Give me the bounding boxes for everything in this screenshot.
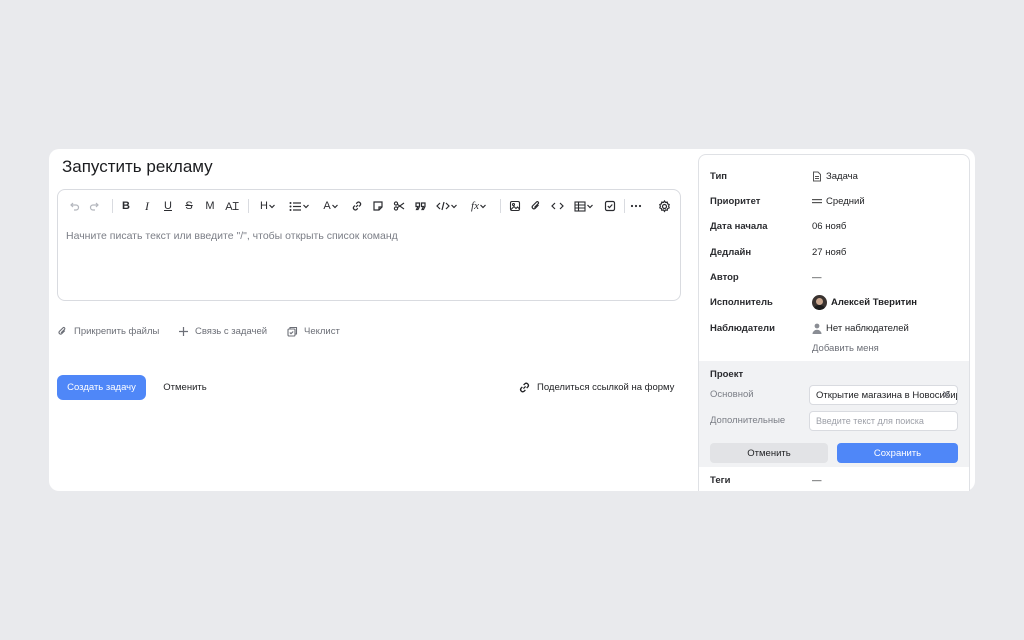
quote-icon[interactable] (413, 198, 427, 214)
tags-value[interactable]: — (812, 475, 822, 486)
more-icon[interactable] (629, 198, 643, 214)
heading-icon[interactable]: H (256, 198, 280, 214)
cancel-button[interactable]: Отменить (154, 375, 216, 400)
author-label: Автор (710, 271, 739, 283)
checklist-icon (287, 326, 298, 337)
underline-icon[interactable]: U (161, 198, 175, 214)
type-label: Тип (710, 170, 728, 182)
description-editor[interactable]: B I U S M A‎Ɪ H A fx (57, 189, 681, 301)
project-cancel-button[interactable]: Отменить (710, 443, 828, 463)
project-save-button[interactable]: Сохранить (837, 443, 958, 463)
toolbar-divider (112, 199, 113, 213)
create-task-button[interactable]: Создать задачу (57, 375, 146, 400)
italic-icon[interactable]: I (140, 198, 154, 214)
share-form-link-button[interactable]: Поделиться ссылкой на форму (518, 379, 674, 395)
main-project-value: Открытие магазина в Новосибирске (816, 389, 957, 401)
main-project-label: Основной (710, 389, 754, 400)
project-title: Проект (710, 369, 744, 380)
toolbar-divider (248, 199, 249, 213)
attachment-icon[interactable] (529, 198, 543, 214)
start-date-value[interactable]: 06 нояб (812, 221, 846, 232)
checklist-label: Чеклист (304, 325, 340, 337)
main-project-field[interactable]: Открытие магазина в Новосибирске (809, 385, 958, 405)
tags-label: Теги (710, 474, 731, 486)
priority-medium-icon (812, 199, 822, 204)
deadline-value[interactable]: 27 нояб (812, 247, 846, 258)
tags-row: Теги — (710, 472, 960, 488)
task-attributes-panel: Тип Задача Приоритет Средний Дата начала… (698, 154, 970, 491)
person-icon (812, 323, 822, 334)
redo-icon[interactable] (88, 198, 102, 214)
settings-icon[interactable] (657, 198, 671, 214)
type-row: Тип Задача (710, 168, 960, 184)
toolbar-divider (624, 199, 625, 213)
text-color-icon[interactable]: A (319, 198, 343, 214)
extra-projects-label: Дополнительные (710, 415, 786, 426)
editor-toolbar: B I U S M A‎Ɪ H A fx (58, 190, 680, 222)
author-value: — (812, 271, 822, 283)
project-section: Проект Основной Открытие магазина в Ново… (699, 361, 969, 467)
undo-icon[interactable] (67, 198, 81, 214)
paperclip-icon (58, 326, 66, 335)
bold-icon[interactable]: B (119, 198, 133, 214)
priority-row: Приоритет Средний (710, 193, 960, 209)
assignee-label: Исполнитель (710, 296, 773, 308)
code-block-icon[interactable] (550, 198, 564, 214)
link-icon (519, 382, 530, 392)
task-title[interactable]: Запустить рекламу (62, 156, 213, 178)
attach-files-button[interactable]: Прикрепить файлы (57, 324, 159, 338)
cut-icon[interactable] (392, 198, 406, 214)
author-row: Автор — (710, 269, 960, 285)
toolbar-divider (500, 199, 501, 213)
checkbox-icon[interactable] (603, 198, 617, 214)
link-task-label: Связь с задачей (195, 325, 268, 337)
editor-placeholder: Начните писать текст или введите "/", чт… (66, 230, 398, 242)
list-icon[interactable] (287, 198, 311, 214)
priority-label: Приоритет (710, 195, 761, 207)
type-value-text: Задача (826, 170, 858, 182)
plus-icon (179, 326, 188, 336)
start-date-row: Дата начала 06 нояб (710, 218, 960, 234)
attach-files-label: Прикрепить файлы (74, 325, 160, 337)
watchers-label: Наблюдатели (710, 322, 775, 334)
code-embed-icon[interactable] (434, 198, 460, 214)
clear-icon[interactable] (942, 390, 951, 402)
type-value[interactable]: Задача (812, 171, 858, 182)
watchers-row: Наблюдатели Нет наблюдателей (710, 320, 960, 336)
document-icon (813, 171, 821, 181)
start-date-label: Дата начала (710, 220, 768, 232)
assignee-name: Алексей Тверитин (831, 296, 918, 308)
sticker-icon[interactable] (371, 198, 385, 214)
clear-format-icon[interactable]: A‎Ɪ (224, 198, 240, 214)
assignee-value[interactable]: Алексей Тверитин (812, 294, 918, 310)
deadline-row: Дедлайн 27 нояб (710, 244, 960, 260)
assignee-row: Исполнитель Алексей Тверитин (710, 294, 960, 310)
priority-value-text: Средний (826, 195, 865, 207)
link-task-button[interactable]: Связь с задачей (178, 324, 267, 338)
image-icon[interactable] (508, 198, 522, 214)
add-me-link[interactable]: Добавить меня (812, 343, 879, 354)
table-icon[interactable] (571, 198, 597, 214)
watchers-value-text: Нет наблюдателей (826, 322, 909, 334)
priority-value[interactable]: Средний (812, 196, 865, 207)
watchers-value[interactable]: Нет наблюдателей (812, 323, 909, 334)
deadline-label: Дедлайн (710, 246, 752, 258)
monospace-icon[interactable]: M (203, 198, 217, 214)
formula-icon[interactable]: fx (466, 198, 492, 214)
extra-projects-search-input[interactable]: Введите текст для поиска (809, 411, 958, 431)
checklist-button[interactable]: Чеклист (287, 324, 340, 338)
share-form-link-label: Поделиться ссылкой на форму (537, 381, 675, 393)
avatar (812, 294, 827, 310)
strikethrough-icon[interactable]: S (182, 198, 196, 214)
link-icon[interactable] (350, 198, 364, 214)
